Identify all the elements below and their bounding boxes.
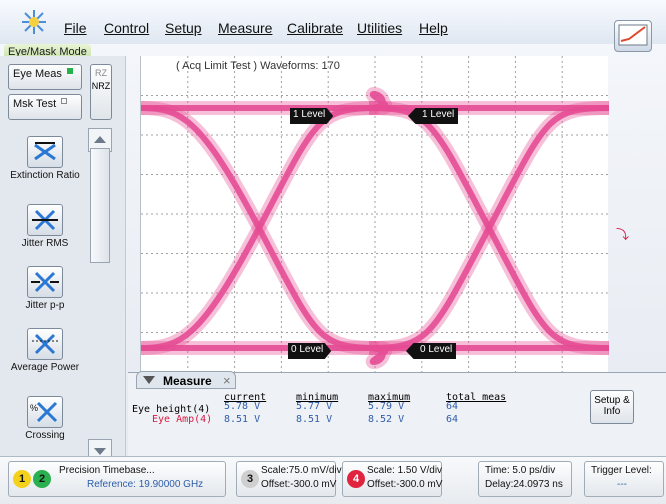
crossing-percentage-icon: % bbox=[27, 396, 63, 428]
time-box[interactable]: Time: 5.0 ps/div Delay:24.0973 ns bbox=[478, 461, 572, 497]
nrz-label: NRZ bbox=[91, 81, 111, 91]
menu-calibrate[interactable]: Calibrate bbox=[287, 20, 343, 36]
scrollbar-thumb[interactable] bbox=[90, 148, 110, 263]
measurement-label: Jitter p-p bbox=[25, 300, 65, 311]
jitter-pp-button[interactable]: Jitter p-p bbox=[6, 266, 84, 311]
eye-diagram bbox=[140, 56, 610, 372]
menu-measure[interactable]: Measure bbox=[218, 20, 272, 36]
measurement-label: Jitter RMS bbox=[21, 238, 69, 249]
starburst-icon bbox=[22, 10, 46, 34]
level-1-marker-left[interactable]: 1 Level bbox=[290, 108, 334, 124]
indicator-icon bbox=[61, 98, 68, 104]
oscilloscope-button[interactable] bbox=[614, 20, 652, 52]
measure-tab[interactable]: Measure × bbox=[136, 371, 236, 389]
jitter-pp-icon bbox=[27, 266, 63, 298]
marker-label: 1 Level bbox=[293, 109, 326, 120]
trigger-value: --- bbox=[617, 479, 627, 490]
timebase-box[interactable]: 1 2 Precision Timebase... Reference: 19.… bbox=[8, 461, 226, 497]
channel-2-indicator[interactable]: 2 bbox=[33, 470, 51, 488]
menu-bar: File Control Setup Measure Calibrate Uti… bbox=[0, 0, 666, 52]
app-window: File Control Setup Measure Calibrate Uti… bbox=[0, 0, 666, 504]
rz-label: RZ bbox=[95, 68, 107, 78]
row-name: Eye Amp(4) bbox=[152, 414, 213, 425]
setup-info-label: Setup & Info bbox=[594, 395, 630, 417]
status-bar: 1 2 Precision Timebase... Reference: 19.… bbox=[0, 456, 666, 504]
channel-1-indicator[interactable]: 1 bbox=[13, 470, 31, 488]
delay-value: Delay:24.0973 ns bbox=[485, 479, 563, 490]
average-power-icon bbox=[27, 328, 63, 360]
channel-4-indicator[interactable]: 4 bbox=[347, 470, 365, 488]
menu-help[interactable]: Help bbox=[419, 20, 448, 36]
jitter-rms-button[interactable]: Jitter RMS bbox=[6, 204, 84, 249]
row-total: 64 bbox=[446, 414, 459, 425]
trigger-level-marker[interactable]: ⤵ bbox=[616, 224, 629, 243]
timebase-title: Precision Timebase... bbox=[59, 465, 155, 476]
eye-trace bbox=[368, 105, 610, 351]
level-1-marker-right[interactable]: 1 Level bbox=[408, 108, 459, 124]
level-0-marker-right[interactable]: 0 Level bbox=[406, 343, 457, 359]
left-panel: Eye Meas Msk Test RZ NRZ Extinction Rati… bbox=[0, 56, 126, 463]
marker-label: 1 Level bbox=[422, 109, 455, 120]
level-0-marker-left[interactable]: 0 Level bbox=[288, 343, 332, 359]
close-icon[interactable]: × bbox=[223, 373, 231, 388]
msk-test-label: Msk Test bbox=[13, 98, 57, 110]
channel-3-indicator[interactable]: 3 bbox=[241, 470, 259, 488]
acquisition-info: ( Acq Limit Test ) Waveforms: 170 bbox=[176, 60, 340, 72]
rz-nrz-toggle[interactable]: RZ NRZ bbox=[90, 64, 112, 120]
indicator-icon bbox=[66, 68, 73, 74]
eye-trace bbox=[140, 105, 380, 351]
menu-file[interactable]: File bbox=[64, 20, 87, 36]
menu-control[interactable]: Control bbox=[104, 20, 149, 36]
trigger-label: Trigger Level: bbox=[591, 465, 652, 476]
channel-4-box[interactable]: 4 Scale: 1.50 V/div Offset:-300.0 mV bbox=[342, 461, 442, 497]
channel-3-offset: Offset:-300.0 mV bbox=[261, 479, 337, 490]
measurement-label: Average Power bbox=[10, 362, 80, 373]
menu-setup[interactable]: Setup bbox=[165, 20, 202, 36]
channel-3-scale: Scale:75.0 mV/div bbox=[261, 465, 342, 476]
measure-panel: Measure × current minimum maximum total … bbox=[128, 371, 666, 456]
row-total: 64 bbox=[446, 401, 459, 412]
jitter-rms-icon bbox=[27, 204, 63, 236]
channel-4-offset: Offset:-300.0 mV bbox=[367, 479, 443, 490]
scope-display[interactable] bbox=[140, 56, 610, 372]
time-scale: Time: 5.0 ps/div bbox=[485, 465, 556, 476]
measurement-label: Extinction Ratio bbox=[10, 170, 80, 181]
eye-meas-label: Eye Meas bbox=[13, 68, 62, 80]
average-power-button[interactable]: Average Power bbox=[6, 328, 84, 373]
trigger-box[interactable]: Trigger Level: --- bbox=[584, 461, 664, 497]
row-minimum: 8.51 V bbox=[296, 414, 333, 425]
timebase-reference: Reference: 19.90000 GHz bbox=[87, 479, 204, 490]
extinction-ratio-button[interactable]: Extinction Ratio bbox=[6, 136, 84, 181]
row-maximum: 5.79 V bbox=[368, 401, 405, 412]
channel-3-box[interactable]: 3 Scale:75.0 mV/div Offset:-300.0 mV bbox=[236, 461, 342, 497]
marker-label: 0 Level bbox=[291, 344, 324, 355]
measurement-label: Crossing Percentage bbox=[25, 430, 65, 441]
oscilloscope-icon bbox=[618, 24, 648, 46]
menu-utilities[interactable]: Utilities bbox=[357, 20, 402, 36]
msk-test-button[interactable]: Msk Test bbox=[8, 94, 82, 120]
row-minimum: 5.77 V bbox=[296, 401, 333, 412]
crossing-percentage-button[interactable]: % Crossing Percentage bbox=[6, 396, 84, 441]
setup-info-button[interactable]: Setup & Info bbox=[590, 390, 634, 424]
svg-text:%: % bbox=[30, 403, 38, 413]
channel-4-scale: Scale: 1.50 V/div bbox=[367, 465, 443, 476]
collapse-icon bbox=[143, 376, 155, 384]
marker-label: 0 Level bbox=[420, 344, 453, 355]
eye-meas-button[interactable]: Eye Meas bbox=[8, 64, 82, 90]
row-maximum: 8.52 V bbox=[368, 414, 405, 425]
extinction-ratio-icon bbox=[27, 136, 63, 168]
row-current: 5.78 V bbox=[224, 401, 261, 412]
row-current: 8.51 V bbox=[224, 414, 261, 425]
measure-tab-label: Measure bbox=[163, 374, 212, 388]
